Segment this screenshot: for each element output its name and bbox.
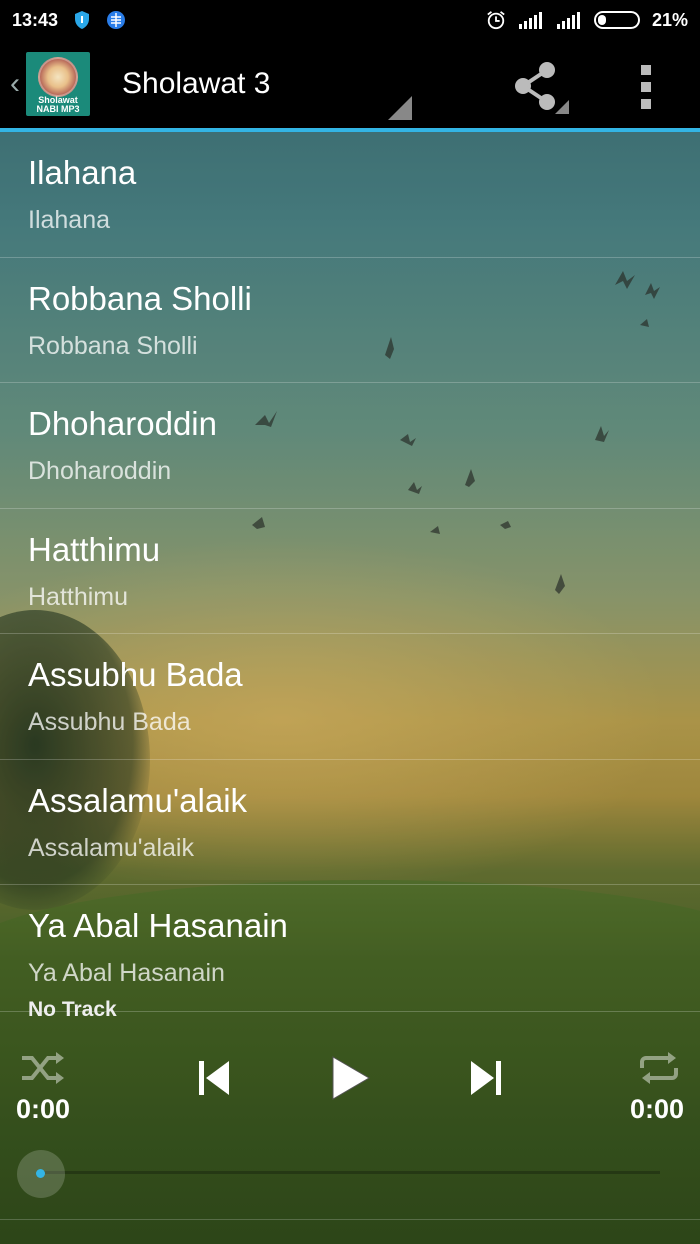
list-item[interactable]: Robbana Sholli Robbana Sholli [0, 258, 700, 383]
track-list: Ilahana Ilahana Robbana Sholli Robbana S… [0, 132, 700, 1012]
logo-text: Sholawat NABI MP3 [36, 95, 80, 114]
signal-icon [556, 12, 580, 29]
track-subtitle: Assubhu Bada [28, 708, 191, 736]
track-title: Ilahana [28, 154, 137, 191]
list-item[interactable]: Assalamu'alaik Assalamu'alaik [0, 760, 700, 885]
track-subtitle: Assalamu'alaik [28, 833, 194, 862]
track-title: Robbana Sholli [28, 279, 252, 317]
shield-icon [75, 11, 90, 29]
next-track-icon[interactable] [468, 1058, 504, 1098]
track-title: Assubhu Bada [28, 656, 243, 693]
status-time: 13:43 [12, 9, 59, 30]
list-item[interactable]: Ilahana Ilahana [0, 132, 700, 258]
battery-icon [593, 11, 640, 29]
list-item[interactable]: Dhoharoddin Dhoharoddin [0, 383, 700, 509]
overflow-dot-icon [641, 82, 651, 92]
elapsed-time: 0:00 [16, 1094, 71, 1124]
track-title: Dhoharoddin [28, 405, 217, 442]
track-subtitle: Ilahana [28, 206, 111, 234]
logo-emblem [38, 57, 78, 97]
spinner-indicator-icon [388, 96, 412, 120]
app-logo[interactable]: Sholawat NABI MP3 [26, 52, 90, 116]
overflow-dot-icon [641, 99, 651, 109]
shuffle-icon[interactable] [20, 1050, 66, 1086]
track-subtitle: Hatthimu [28, 582, 129, 611]
share-dropdown-indicator-icon [555, 100, 569, 114]
overflow-dot-icon [641, 65, 651, 75]
total-duration: 0:00 [630, 1094, 685, 1124]
battery-percent: 21% [651, 9, 688, 30]
list-item[interactable]: Ya Abal Hasanain Ya Abal Hasanain [0, 885, 700, 1012]
seek-bar[interactable] [40, 1171, 660, 1174]
playlist-spinner[interactable]: Sholawat 3 [122, 40, 412, 128]
overflow-menu-button[interactable] [626, 60, 666, 114]
page-title: Sholawat 3 [122, 67, 271, 100]
track-title: Assalamu'alaik [28, 781, 248, 819]
action-bar: ‹ Sholawat NABI MP3 Sholawat 3 [0, 40, 700, 128]
up-chevron-icon[interactable]: ‹ [4, 67, 26, 101]
previous-track-icon[interactable] [196, 1058, 232, 1098]
browser-icon [107, 11, 126, 29]
track-subtitle: Robbana Sholli [28, 331, 198, 360]
list-item[interactable]: Hatthimu Hatthimu [0, 509, 700, 634]
track-title: Ya Abal Hasanain [28, 907, 288, 944]
share-button[interactable] [505, 58, 571, 116]
repeat-icon[interactable] [636, 1050, 682, 1086]
list-item[interactable]: Assubhu Bada Assubhu Bada [0, 634, 700, 760]
alarm-icon [487, 11, 505, 30]
track-subtitle: Ya Abal Hasanain [28, 959, 225, 987]
seek-thumb[interactable] [36, 1169, 45, 1178]
status-bar: 13:43 21% [0, 0, 700, 40]
signal-icon [518, 12, 542, 29]
track-subtitle: Dhoharoddin [28, 457, 172, 485]
bottom-divider [0, 1219, 700, 1220]
play-icon[interactable] [328, 1054, 372, 1102]
now-playing-label: No Track [28, 998, 117, 1021]
track-title: Hatthimu [28, 530, 161, 568]
